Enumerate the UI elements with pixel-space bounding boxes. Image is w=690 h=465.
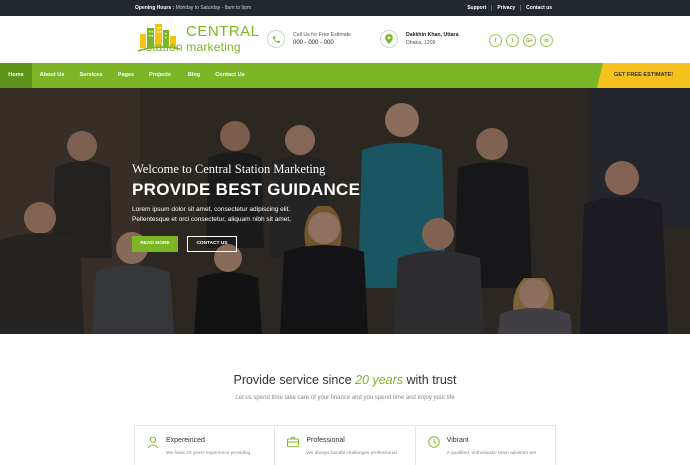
privacy-link[interactable]: Privacy [491,5,520,11]
top-bar: Opening Hours : Monday to Saturday - 8am… [0,0,690,16]
main-nav: Home About Us Services Pages Projects Bl… [0,63,690,88]
phone-label: Call Us for Free Estimate [293,32,351,38]
section-title: Provide service since 20 years with trus… [0,373,690,387]
section-title-pre: Provide service since [233,373,356,387]
hero-headline: PROVIDE BEST GUIDANCE [132,180,361,199]
header: CENTRAL station marketing Call Us for Fr… [0,16,690,63]
get-free-estimate-button[interactable]: GET FREE ESTIMATE! [597,63,690,88]
opening-hours-value: Monday to Saturday - 8am to 9pm [175,5,252,11]
address-line2: Dhaka, 1209 [406,40,436,46]
section-subtitle: Let us spend time take care of your fina… [235,395,455,401]
contact-us-button[interactable]: CONTACT US [187,236,237,252]
opening-hours-label: Opening Hours : [135,5,175,11]
feature-card-professional[interactable]: Professional We always handle challenges… [274,426,414,465]
section-title-post: with trust [403,373,457,387]
nav-item-pages[interactable]: Pages [110,63,142,88]
hero-body-line2: Pellentesque et orci consectetur, aliqua… [132,216,291,223]
hero-body-line1: Lorem ipsum dolor sit amet, consectetur … [132,206,291,213]
nav-item-contact-us[interactable]: Contact Us [210,63,250,88]
facebook-icon[interactable]: f [489,34,502,47]
feature-desc: We always handle challenges professional [306,451,397,456]
top-links: Support Privacy Contact us [462,5,557,11]
clock-icon [427,436,440,448]
opening-hours: Opening Hours : Monday to Saturday - 8am… [135,5,251,11]
google-plus-icon[interactable]: G+ [523,34,536,47]
contact-us-link[interactable]: Contact us [520,5,557,11]
social-links: f t G+ in [489,34,553,47]
linkedin-icon[interactable]: in [540,34,553,47]
feature-cards: Expereinced We have 20 years experience … [134,425,556,465]
map-pin-icon [380,30,398,48]
logo-text-station: station marketing [146,40,241,54]
nav-item-home[interactable]: Home [0,63,32,88]
hero-banner: Welcome to Central Station Marketing PRO… [0,88,690,334]
phone-number[interactable]: 000 - 000 - 000 [293,40,334,46]
section-title-highlight: 20 years [355,373,404,387]
feature-desc: We have 20 years experience providing [166,451,251,456]
logo[interactable]: CENTRAL station marketing [138,22,259,58]
read-more-button[interactable]: READ MORE [132,236,178,252]
feature-title: Vibrant [446,437,469,444]
nav-item-projects[interactable]: Projects [142,63,178,88]
address-line1: Dakkhin Khan, Uttara [406,32,459,38]
feature-desc: A qualified, enthusiastic team advisors … [446,451,537,456]
feature-title: Expereinced [166,437,205,444]
briefcase-icon [287,437,300,448]
nav-item-services[interactable]: Services [72,63,110,88]
feature-title: Professional [306,437,345,444]
feature-card-experienced[interactable]: Expereinced We have 20 years experience … [135,426,274,465]
feature-card-vibrant[interactable]: Vibrant A qualified, enthusiastic team a… [414,426,555,465]
user-icon [147,436,159,449]
logo-text-central: CENTRAL [186,23,260,40]
nav-item-about-us[interactable]: About Us [32,63,72,88]
phone-icon [267,30,285,48]
hero-body: Lorem ipsum dolor sit amet, consectetur … [132,205,352,225]
support-link[interactable]: Support [462,5,491,11]
twitter-icon[interactable]: t [506,34,519,47]
hero-welcome: Welcome to Central Station Marketing [132,162,326,176]
nav-item-blog[interactable]: Blog [178,63,210,88]
